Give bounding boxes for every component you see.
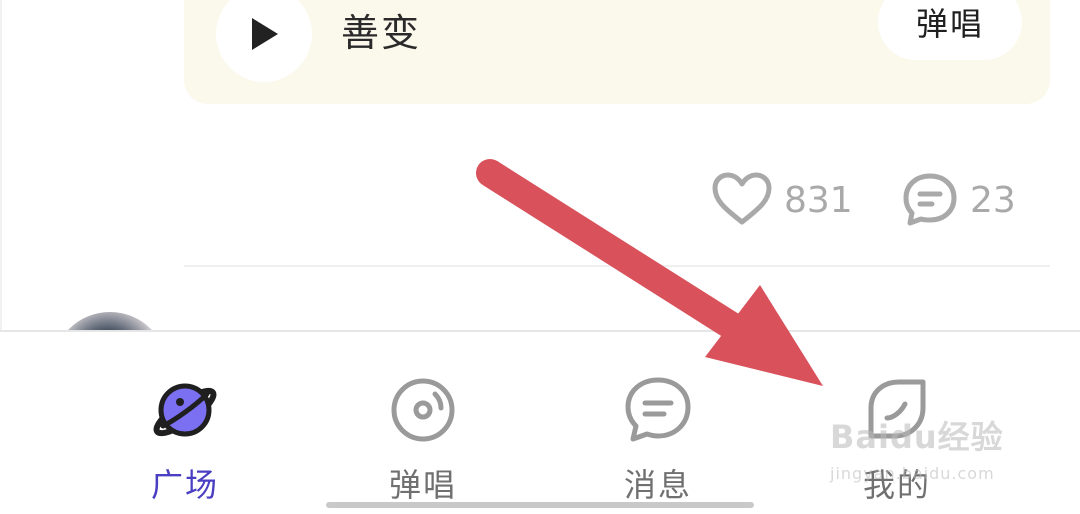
- home-indicator: [326, 502, 754, 508]
- like-count: 831: [784, 179, 853, 221]
- tab-plaza-label: 广场: [150, 466, 219, 504]
- comment-count: 23: [970, 179, 1016, 221]
- chat-bubble-icon: [625, 377, 691, 442]
- song-title: 善变: [341, 11, 422, 55]
- song-card[interactable]: 善变 弹唱: [184, 0, 1050, 104]
- watermark-url: jingyan.baidu.com: [830, 464, 995, 483]
- tab-sing[interactable]: 弹唱: [323, 332, 523, 514]
- baidu-jingyan-watermark: Baidu经验 jingyan.baidu.com: [830, 412, 1030, 492]
- watermark-logo: Baidu经验: [830, 418, 1004, 456]
- disc-icon: [391, 378, 455, 442]
- heart-icon: [712, 172, 772, 225]
- like-stat[interactable]: 831: [712, 172, 853, 228]
- planet-icon: [153, 383, 217, 437]
- sing-button[interactable]: 弹唱: [878, 0, 1022, 60]
- play-button[interactable]: [216, 0, 312, 82]
- comment-icon: [903, 173, 957, 226]
- tab-messages-label: 消息: [623, 466, 692, 504]
- tab-sing-label: 弹唱: [388, 466, 457, 504]
- comment-stat[interactable]: 23: [902, 172, 1016, 228]
- divider: [184, 265, 1050, 267]
- tab-messages[interactable]: 消息: [558, 332, 758, 514]
- tab-plaza[interactable]: 广场: [85, 332, 285, 514]
- play-icon: [252, 18, 278, 50]
- left-edge-rule: [0, 0, 2, 330]
